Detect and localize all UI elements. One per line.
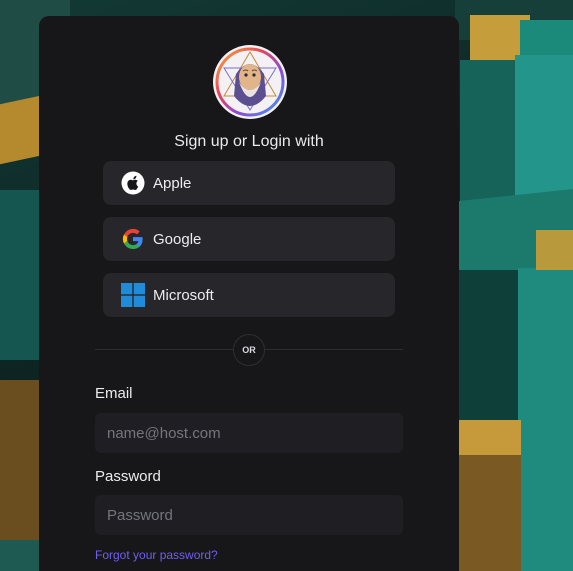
login-heading: Sign up or Login with	[174, 133, 324, 150]
apple-login-label: Apple	[153, 174, 192, 192]
google-login-button[interactable]: Google	[103, 217, 395, 261]
bearded-sage-logo-icon	[212, 44, 288, 120]
microsoft-login-label: Microsoft	[153, 286, 214, 304]
apple-icon	[121, 171, 145, 195]
microsoft-icon	[121, 283, 145, 307]
apple-login-button[interactable]: Apple	[103, 161, 395, 205]
password-label: Password	[95, 468, 161, 485]
login-card: Sign up or Login with Apple Google Micro…	[39, 16, 459, 571]
microsoft-login-button[interactable]: Microsoft	[103, 273, 395, 317]
password-field[interactable]	[95, 495, 403, 535]
email-field[interactable]	[95, 413, 403, 453]
or-divider-badge: OR	[233, 334, 265, 366]
google-icon	[121, 227, 145, 251]
email-label: Email	[95, 385, 133, 402]
forgot-password-link[interactable]: Forgot your password?	[95, 548, 218, 562]
google-login-label: Google	[153, 230, 202, 248]
